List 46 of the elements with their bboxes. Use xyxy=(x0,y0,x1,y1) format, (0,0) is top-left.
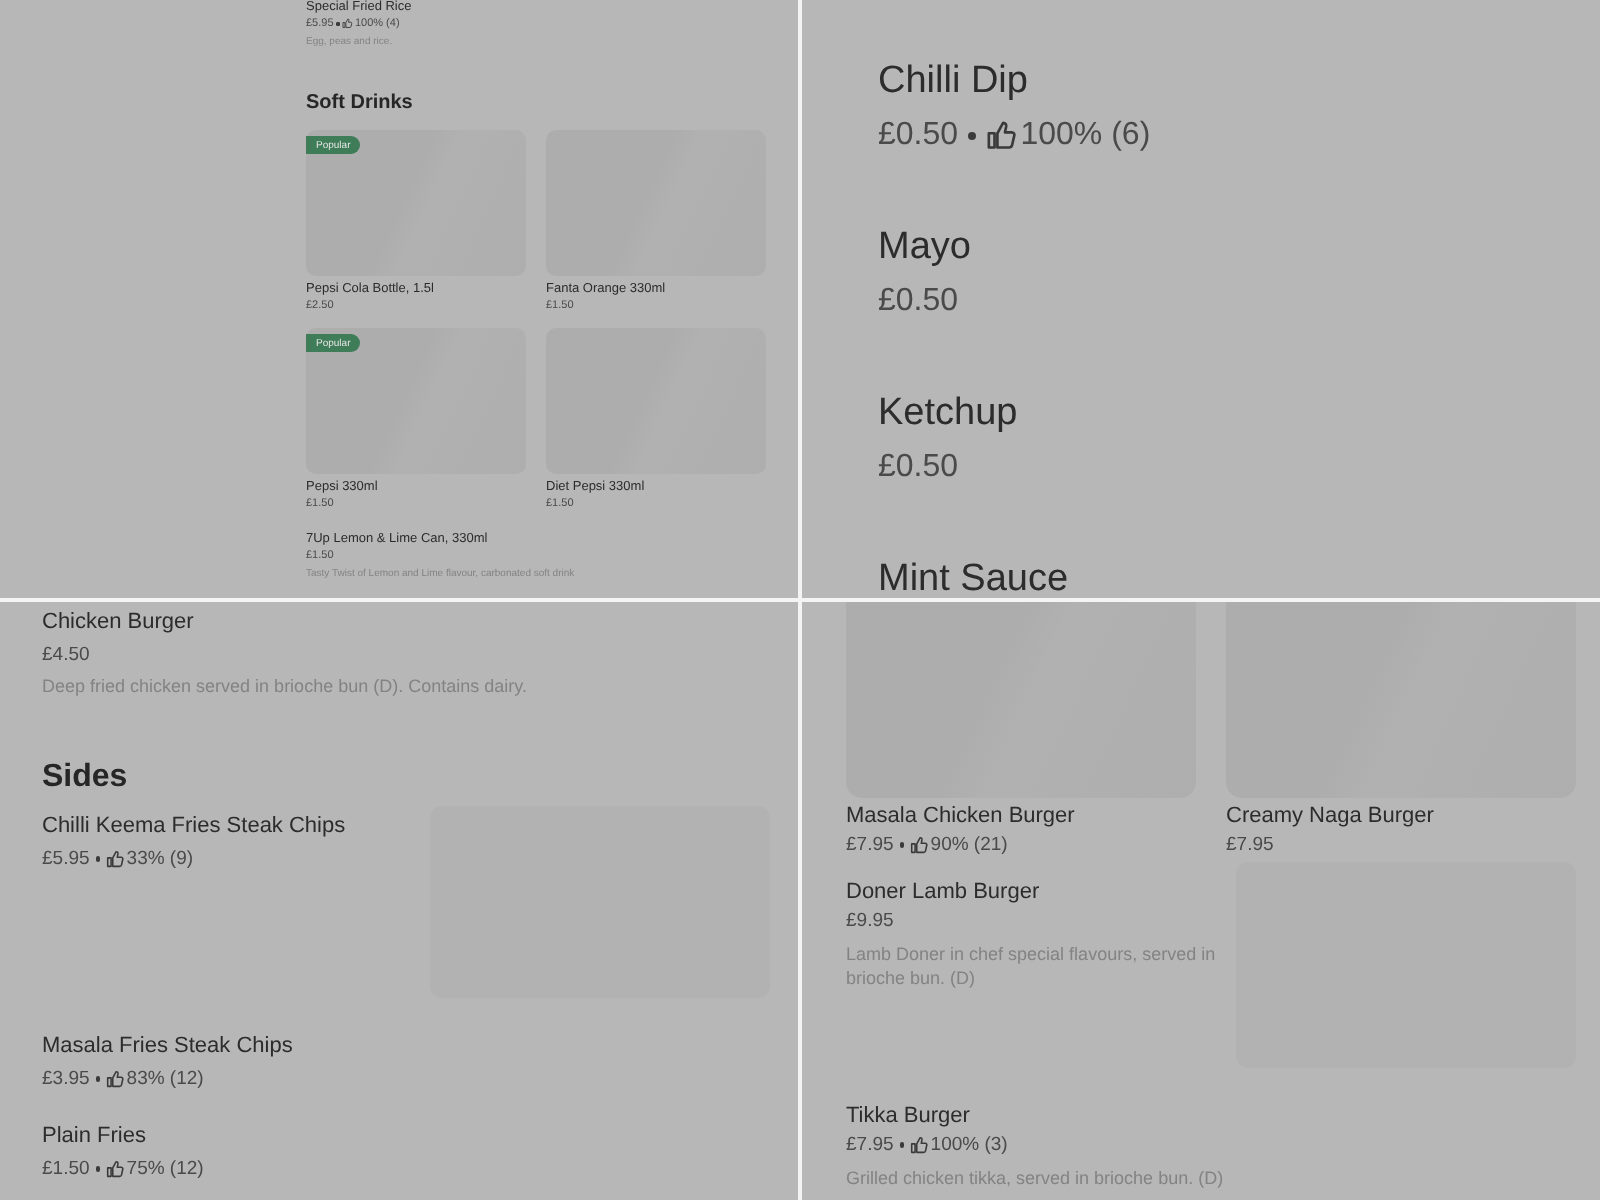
item-name[interactable]: Mayo xyxy=(878,226,971,270)
item-price: £0.50 xyxy=(878,118,959,154)
image-placeholder[interactable] xyxy=(846,602,1196,798)
item-price: £7.95 xyxy=(846,1134,894,1156)
item-price: £1.50 xyxy=(42,1158,90,1180)
thumbs-up-icon xyxy=(909,1135,928,1154)
thumbs-up-icon xyxy=(105,1159,124,1178)
item-name[interactable]: Masala Fries Steak Chips xyxy=(42,1034,293,1058)
item-rating: 83% (12) xyxy=(126,1068,204,1090)
section-heading: Sides xyxy=(42,760,130,796)
item-name[interactable]: Chicken Burger xyxy=(42,610,770,634)
item-price: £3.95 xyxy=(42,1068,90,1090)
section-heading: Soft Drinks xyxy=(306,92,415,114)
item-price: £4.50 xyxy=(42,644,90,666)
separator-dot xyxy=(95,1076,100,1082)
item-price: £7.95 xyxy=(1226,834,1274,856)
item-rating: 90% (21) xyxy=(930,834,1008,856)
item-name[interactable]: Doner Lamb Burger xyxy=(846,880,1226,904)
item-name[interactable]: Masala Chicken Burger xyxy=(846,804,1196,828)
separator-dot xyxy=(899,1142,904,1148)
thumbs-up-icon xyxy=(909,835,928,854)
item-name[interactable]: Chilli Dip xyxy=(878,60,1151,104)
thumbs-up-icon xyxy=(105,849,124,868)
item-rating: 75% (12) xyxy=(126,1158,204,1180)
thumbs-up-icon xyxy=(985,120,1016,152)
item-price: £7.95 xyxy=(846,834,894,856)
item-price: £0.50 xyxy=(878,284,959,320)
item-price: £0.50 xyxy=(878,450,959,486)
item-name[interactable]: Mint Sauce xyxy=(878,558,1069,598)
thumbs-up-icon xyxy=(105,1069,124,1088)
item-rating: 100% (6) xyxy=(1020,118,1151,154)
item-price: £9.95 xyxy=(846,910,894,932)
separator-dot xyxy=(899,842,904,848)
item-name[interactable]: Tikka Burger xyxy=(846,1104,1226,1128)
separator-dot xyxy=(95,1166,100,1172)
item-rating: 33% (9) xyxy=(126,848,194,870)
item-rating: 100% (3) xyxy=(930,1134,1008,1156)
item-name[interactable]: Ketchup xyxy=(878,392,1018,436)
separator-dot xyxy=(95,856,100,862)
thumbs-up-icon xyxy=(342,18,354,30)
separator-dot xyxy=(967,132,976,140)
item-name[interactable]: Creamy Naga Burger xyxy=(1226,804,1576,828)
image-placeholder[interactable] xyxy=(1226,602,1576,798)
item-name[interactable]: Chilli Keema Fries Steak Chips xyxy=(42,814,346,838)
item-price: £5.95 xyxy=(42,848,90,870)
item-name[interactable]: Plain Fries xyxy=(42,1124,204,1148)
